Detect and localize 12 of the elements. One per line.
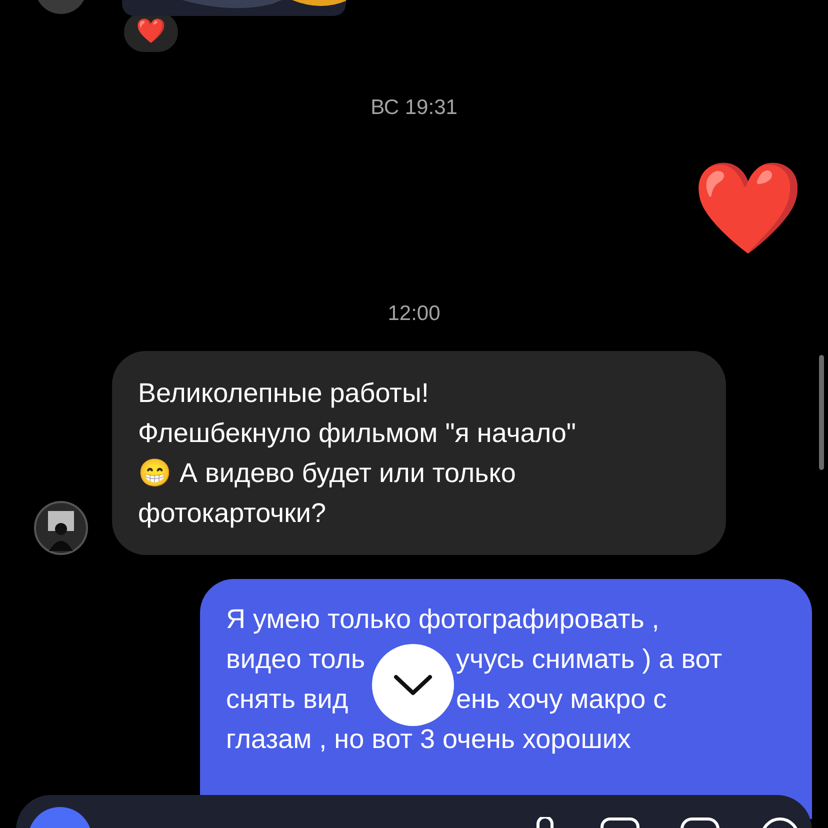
- message-text: учусь снимать ) а вот: [456, 643, 722, 676]
- chevron-down-icon: [393, 674, 433, 696]
- message-text: снять вид: [226, 684, 348, 714]
- message-text: видео толь: [226, 644, 366, 674]
- heart-message: ❤: [692, 164, 804, 254]
- timestamp: ВС 19:31: [370, 95, 458, 121]
- message-text: Я умею только фотографировать ,: [226, 604, 660, 634]
- avatar: [34, 501, 88, 555]
- message-text: глазам , но вот 3 очень хороших: [226, 724, 631, 754]
- received-message: Великолепные работы! Флешбекнуло фильмом "я начало" 😁 А видево будет или только фотокарточки?: [112, 351, 726, 555]
- timestamp: 12:00: [388, 300, 440, 326]
- message-text: ень хочу макро с: [456, 683, 667, 716]
